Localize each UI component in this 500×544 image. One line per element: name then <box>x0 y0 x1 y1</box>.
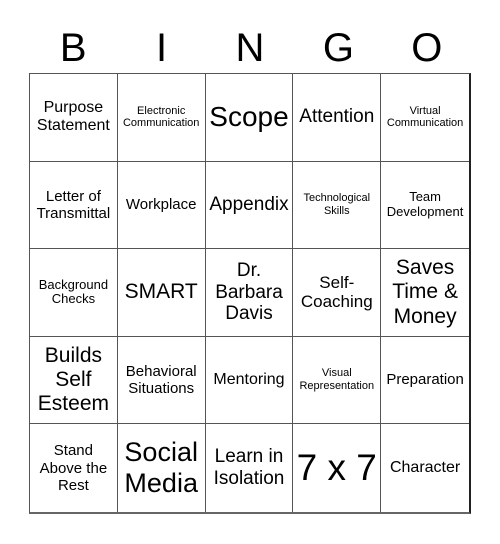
bingo-cell: Background Checks <box>30 249 118 337</box>
bingo-cell: Purpose Statement <box>30 74 118 162</box>
header-letter-i: I <box>156 26 168 70</box>
bingo-cell: Learn in Isolation <box>206 424 294 512</box>
bingo-cell: Technological Skills <box>293 161 382 250</box>
bingo-cell: Attention <box>293 74 382 162</box>
bingo-cell: Character <box>389 458 461 476</box>
bingo-cell: Preparation <box>381 337 469 425</box>
bingo-cell: Appendix <box>205 161 294 250</box>
bingo-cell: SMART <box>117 249 206 337</box>
bingo-cell: Visual Representation <box>293 336 382 425</box>
bingo-cell: Saves Time & Money <box>381 249 469 337</box>
bingo-cell: Mentoring <box>205 336 294 425</box>
bingo-cell: Team Development <box>381 162 469 250</box>
bingo-cell: Social Media <box>118 424 206 512</box>
bingo-grid: Purpose Statement Electronic Communicati… <box>29 73 471 514</box>
bingo-cell: Self-Coaching <box>293 249 382 337</box>
bingo-cell: Behavioral Situations <box>117 336 206 425</box>
bingo-cell: Workplace <box>117 161 206 250</box>
bingo-header: B I N G O <box>29 24 471 72</box>
header-letter-o: O <box>411 26 443 70</box>
bingo-cell: Virtual Communication <box>381 74 469 162</box>
header-letter-b: B <box>59 26 87 70</box>
bingo-cell: Scope <box>205 74 294 162</box>
bingo-cell: Builds Self Esteem <box>30 336 118 425</box>
bingo-cell: Letter of Transmittal <box>30 161 118 250</box>
bingo-cell: Electronic Communication <box>117 74 206 162</box>
header-letter-g: G <box>322 26 354 70</box>
bingo-cell: Dr. Barbara Davis <box>205 249 294 337</box>
bingo-cell: Stand Above the Rest <box>30 424 118 512</box>
header-letter-n: N <box>235 26 265 70</box>
bingo-cell: 7 x 7 <box>293 424 382 512</box>
